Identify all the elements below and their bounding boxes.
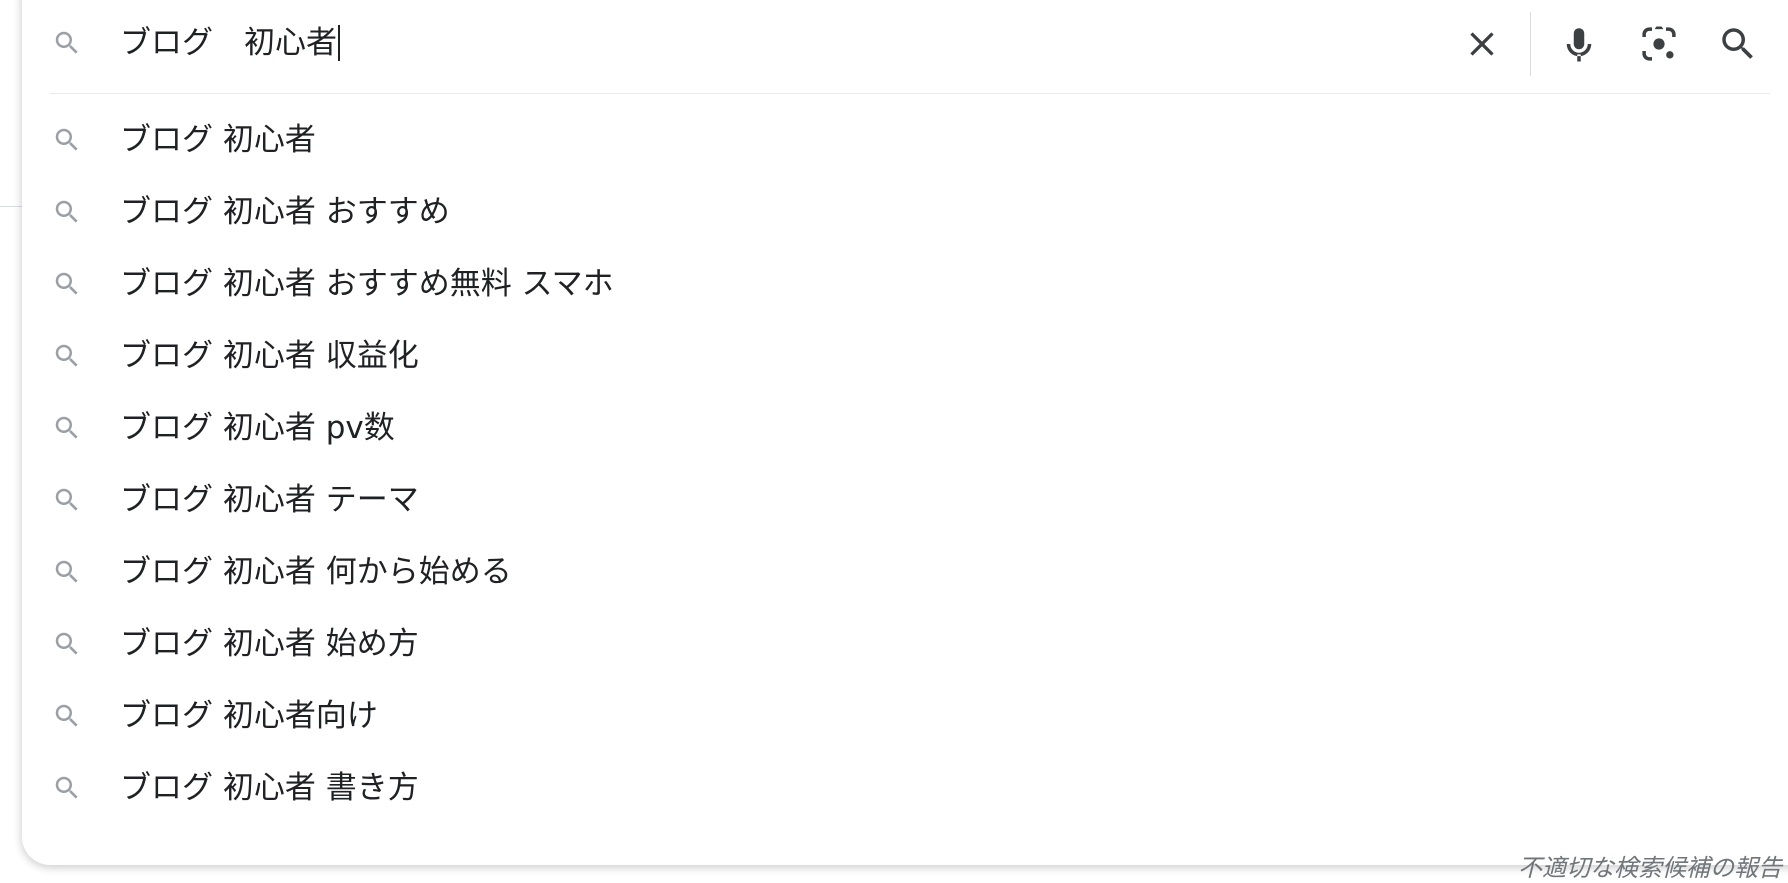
search-input[interactable]: ブログ 初心者: [120, 21, 340, 65]
suggestion-item[interactable]: ブログ 初心者 収益化: [0, 320, 1788, 392]
search-icon: [55, 632, 78, 655]
microphone-icon: [1566, 28, 1592, 62]
suggestion-item[interactable]: ブログ 初心者: [0, 104, 1788, 176]
suggestion-item[interactable]: ブログ 初心者 書き方: [0, 752, 1788, 824]
search-icon: [55, 776, 78, 799]
suggestion-text: ブログ 初心者 おすすめ: [120, 194, 450, 230]
suggestion-item[interactable]: ブログ 初心者 おすすめ無料 スマホ: [0, 248, 1788, 320]
search-icon: [55, 272, 78, 295]
search-icon: [55, 31, 78, 54]
suggestion-item[interactable]: ブログ 初心者 pv数: [0, 392, 1788, 464]
search-icon: [55, 488, 78, 511]
camera-lens-icon: [1642, 26, 1676, 61]
suggestion-list: ブログ 初心者 ブログ 初心者 おすすめ ブログ 初心者 おすすめ無料 スマホ …: [0, 104, 1788, 824]
text-caret: [338, 25, 340, 61]
suggestion-text: ブログ 初心者 収益化: [120, 338, 419, 374]
suggestion-item[interactable]: ブログ 初心者 始め方: [0, 608, 1788, 680]
search-icon: [55, 200, 78, 223]
search-icon: [55, 344, 78, 367]
suggestion-item[interactable]: ブログ 初心者向け: [0, 680, 1788, 752]
clear-button[interactable]: [1454, 16, 1510, 72]
search-icon: [55, 560, 78, 583]
suggestion-text: ブログ 初心者 おすすめ無料 スマホ: [120, 266, 614, 302]
close-icon: [1470, 32, 1494, 56]
suggestion-text: ブログ 初心者 テーマ: [120, 482, 419, 518]
suggestion-item[interactable]: ブログ 初心者 テーマ: [0, 464, 1788, 536]
search-icon: [55, 416, 78, 439]
suggestion-text: ブログ 初心者 始め方: [120, 626, 419, 662]
report-suggestions-link[interactable]: 不適切な検索候補の報告: [1518, 848, 1782, 883]
suggestion-text: ブログ 初心者向け: [120, 698, 378, 734]
search-divider: [50, 93, 1770, 94]
search-icon: [1722, 28, 1753, 59]
suggestion-text: ブログ 初心者 書き方: [120, 770, 419, 806]
search-input-text: ブログ 初心者: [120, 25, 337, 61]
search-actions-divider: [1530, 12, 1531, 76]
search-submit-button[interactable]: [1710, 16, 1766, 72]
suggestion-text: ブログ 初心者 pv数: [120, 410, 395, 446]
suggestion-item[interactable]: ブログ 初心者 おすすめ: [0, 176, 1788, 248]
suggestion-text: ブログ 初心者: [120, 122, 316, 158]
suggestion-item[interactable]: ブログ 初心者 何から始める: [0, 536, 1788, 608]
image-search-button[interactable]: [1631, 16, 1687, 72]
search-bar: ブログ 初心者: [0, 0, 1788, 90]
suggestion-text: ブログ 初心者 何から始める: [120, 554, 512, 590]
voice-search-button[interactable]: [1551, 16, 1607, 72]
search-icon: [55, 128, 78, 151]
search-icon: [55, 704, 78, 727]
